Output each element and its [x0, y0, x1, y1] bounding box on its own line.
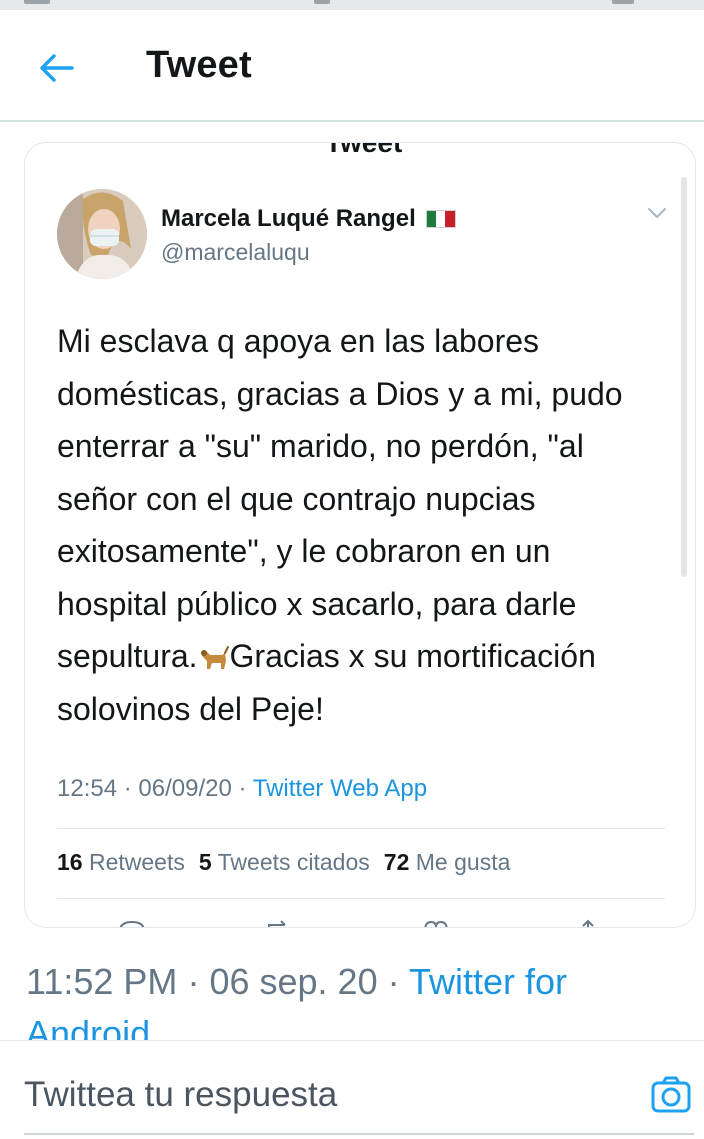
scrollbar — [681, 177, 687, 577]
embedded-page-title: Tweet — [325, 142, 403, 158]
reply-composer: Twittea tu respuesta — [0, 1040, 704, 1139]
heart-icon — [424, 920, 448, 927]
tweet-stats: 16 Retweets 5 Tweets citados 72 Me gusta — [57, 849, 510, 876]
meta-separator: · — [187, 961, 200, 1002]
divider — [57, 898, 665, 899]
tweet-timestamp: 11:52 PM · 06 sep. 20 · Twitter for Andr… — [26, 956, 666, 1040]
meta-separator: · — [387, 961, 400, 1002]
tweet-text-part1: Mi esclava q apoya en las labores domést… — [57, 323, 623, 674]
source-app-link: Twitter Web App — [252, 775, 428, 802]
timestamp-date: 06 sep. 20 — [209, 961, 378, 1002]
profile-photo — [57, 189, 147, 279]
chevron-down-icon — [648, 208, 666, 218]
camera-icon[interactable] — [650, 1073, 692, 1115]
share-icon — [582, 919, 594, 927]
author-name: Marcela Luqué Rangel — [161, 205, 456, 233]
back-button[interactable] — [30, 44, 82, 92]
tweet-meta: 12:54 · 06/09/20 · Twitter Web App — [57, 775, 427, 803]
arrow-left-icon — [55, 142, 75, 151]
retweets-stat: 16 Retweets — [57, 849, 185, 875]
arrow-left-icon — [40, 54, 74, 82]
timestamp-time: 11:52 PM — [26, 961, 178, 1002]
dog-emoji-icon — [200, 646, 229, 669]
tweet-time: 12:54 — [57, 775, 118, 802]
reply-input[interactable]: Twittea tu respuesta — [24, 1075, 337, 1115]
meta-separator: · — [238, 775, 247, 802]
top-app-bar: Tweet — [0, 10, 704, 122]
avatar — [57, 189, 147, 279]
quotes-stat: 5 Tweets citados — [198, 849, 370, 875]
retweet-icon — [268, 920, 286, 927]
tweet-date: 06/09/20 — [138, 775, 232, 802]
author-handle: @marcelaluqu — [161, 239, 310, 265]
divider — [57, 828, 665, 829]
tweet-text: Mi esclava q apoya en las labores domést… — [57, 315, 647, 735]
likes-stat: 72 Me gusta — [383, 849, 511, 875]
input-underline — [24, 1133, 694, 1135]
mexico-flag-icon — [425, 210, 456, 228]
meta-separator: · — [123, 775, 132, 802]
author-name-text: Marcela Luqué Rangel — [161, 205, 416, 232]
status-bar — [0, 0, 704, 10]
reply-icon — [119, 920, 145, 927]
embedded-tweet-screenshot: Tweet Marcela Luqué Rangel @marcelaluqu … — [24, 142, 696, 928]
page-title: Tweet — [146, 44, 252, 86]
